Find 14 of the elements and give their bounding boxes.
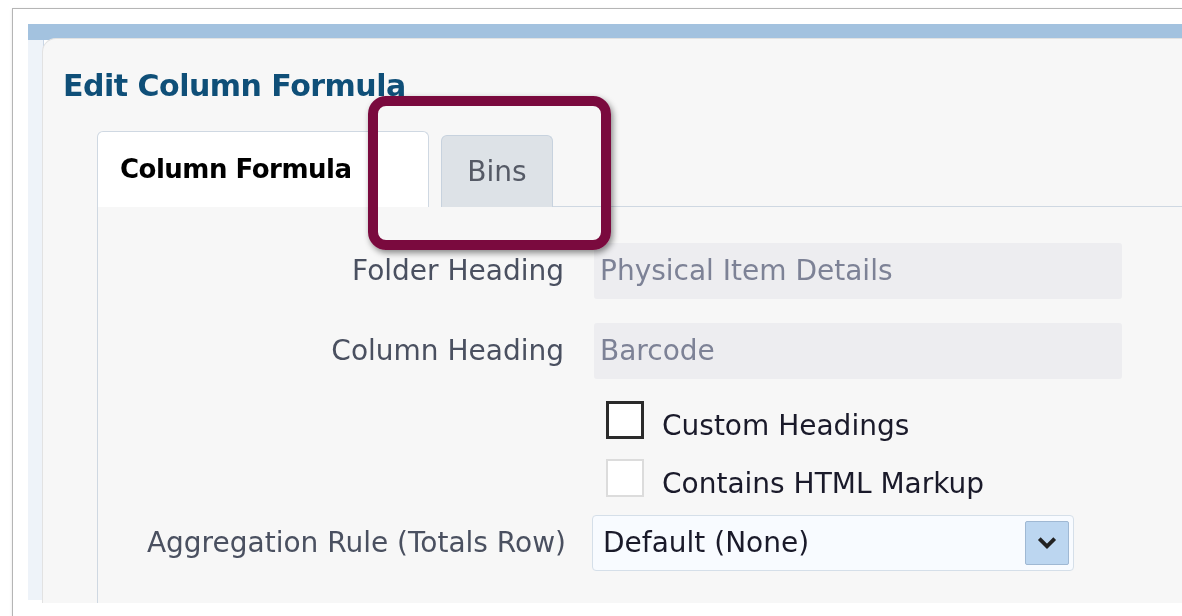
- dropdown-caret-icon[interactable]: [1025, 521, 1069, 565]
- checkbox-label: Custom Headings: [662, 408, 910, 444]
- text-field[interactable]: Physical Item Details: [594, 243, 1122, 299]
- dropdown[interactable]: Default (None): [592, 515, 1074, 571]
- dropdown-value: Default (None): [603, 525, 811, 561]
- tab[interactable]: Bins: [441, 135, 553, 207]
- field-label: Folder Heading: [352, 253, 564, 289]
- text-field[interactable]: Barcode: [594, 323, 1122, 379]
- field-label: Aggregation Rule (Totals Row): [146, 525, 566, 561]
- field-label: Column Heading: [331, 333, 564, 369]
- checkbox[interactable]: [606, 401, 644, 439]
- dialog-title: Edit Column Formula: [63, 71, 407, 101]
- tab[interactable]: Column Formula: [97, 131, 429, 207]
- checkbox-label: Contains HTML Markup: [662, 466, 985, 502]
